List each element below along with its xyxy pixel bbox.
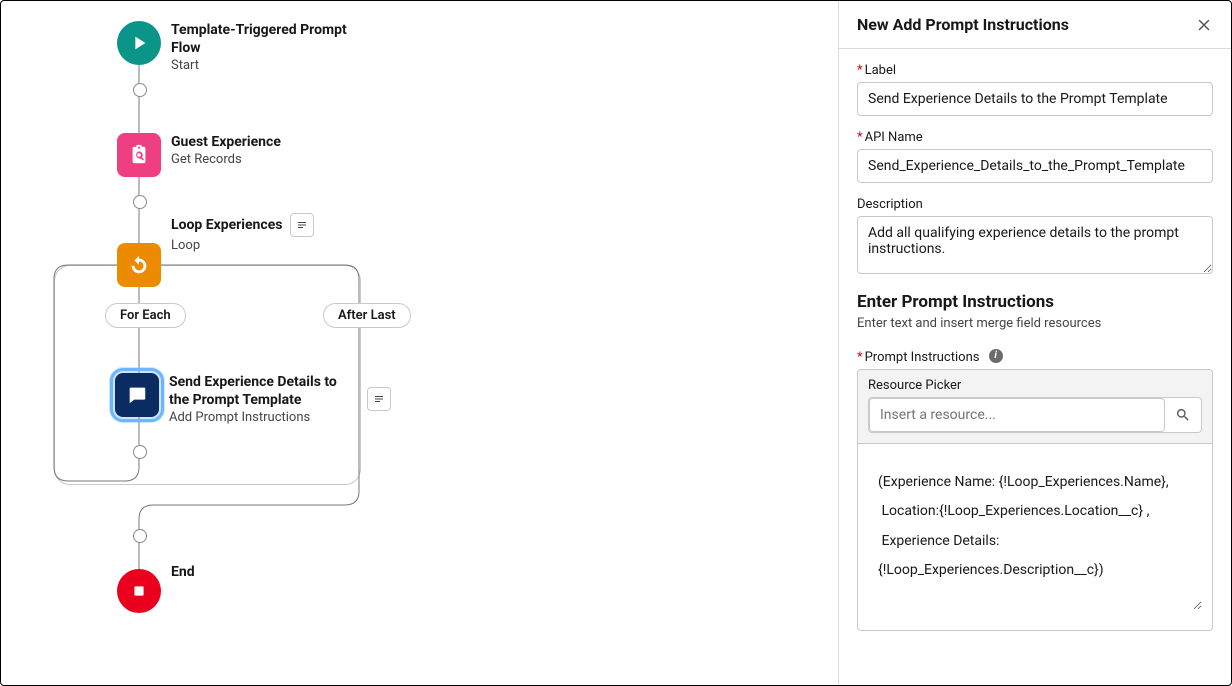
section-title: Enter Prompt Instructions bbox=[857, 292, 1213, 312]
node-subtitle: Loop bbox=[171, 238, 314, 253]
detail-lines-icon bbox=[296, 219, 308, 231]
chat-icon bbox=[126, 384, 148, 406]
stop-icon bbox=[128, 580, 150, 602]
node-details-button[interactable] bbox=[367, 387, 391, 411]
resource-picker-input[interactable] bbox=[869, 398, 1165, 432]
node-title: Guest Experience bbox=[171, 133, 281, 151]
connector-dot[interactable] bbox=[133, 445, 147, 459]
label-prompt-instructions: Prompt Instructions bbox=[865, 350, 980, 365]
detail-lines-icon bbox=[373, 393, 385, 405]
description-input[interactable] bbox=[857, 216, 1213, 274]
node-title: Send Experience Details to the Prompt Te… bbox=[169, 373, 359, 409]
node-title: Loop Experiences bbox=[171, 216, 282, 234]
info-icon[interactable] bbox=[989, 349, 1003, 363]
connector-dot[interactable] bbox=[133, 195, 147, 209]
connector-dot[interactable] bbox=[133, 83, 147, 97]
label-input[interactable] bbox=[857, 82, 1213, 116]
node-title: End bbox=[171, 563, 195, 581]
flow-canvas[interactable]: For Each After Last Template-Triggered P… bbox=[1, 1, 838, 685]
label-label: Label bbox=[865, 63, 896, 78]
node-details-button[interactable] bbox=[290, 213, 314, 237]
section-subtitle: Enter text and insert merge field resour… bbox=[857, 316, 1213, 331]
node-subtitle: Start bbox=[171, 58, 361, 73]
node-get-records[interactable]: Guest Experience Get Records bbox=[117, 133, 281, 177]
prompt-instructions-input[interactable] bbox=[868, 460, 1202, 610]
panel-title: New Add Prompt Instructions bbox=[857, 15, 1069, 34]
node-start[interactable]: Template-Triggered Prompt Flow Start bbox=[117, 21, 361, 73]
node-add-prompt[interactable]: Send Experience Details to the Prompt Te… bbox=[115, 373, 391, 425]
loop-icon bbox=[128, 254, 150, 276]
search-icon[interactable] bbox=[1175, 407, 1191, 423]
node-end[interactable]: End bbox=[117, 569, 195, 613]
properties-panel: New Add Prompt Instructions *Label *API … bbox=[838, 1, 1231, 685]
node-subtitle: Add Prompt Instructions bbox=[169, 410, 359, 425]
loop-branch-after-last[interactable]: After Last bbox=[323, 303, 411, 328]
label-description: Description bbox=[857, 197, 923, 212]
label-resource-picker: Resource Picker bbox=[868, 378, 1202, 393]
label-api-name: API Name bbox=[865, 130, 923, 145]
node-loop[interactable]: Loop Experiences Loop bbox=[117, 243, 314, 287]
loop-branch-for-each[interactable]: For Each bbox=[105, 303, 186, 328]
play-icon bbox=[128, 32, 150, 54]
node-title: Template-Triggered Prompt Flow bbox=[171, 21, 361, 57]
node-subtitle: Get Records bbox=[171, 152, 281, 167]
api-name-input[interactable] bbox=[857, 149, 1213, 183]
connector-dot[interactable] bbox=[133, 529, 147, 543]
close-icon[interactable] bbox=[1195, 16, 1213, 34]
clipboard-search-icon bbox=[128, 144, 150, 166]
